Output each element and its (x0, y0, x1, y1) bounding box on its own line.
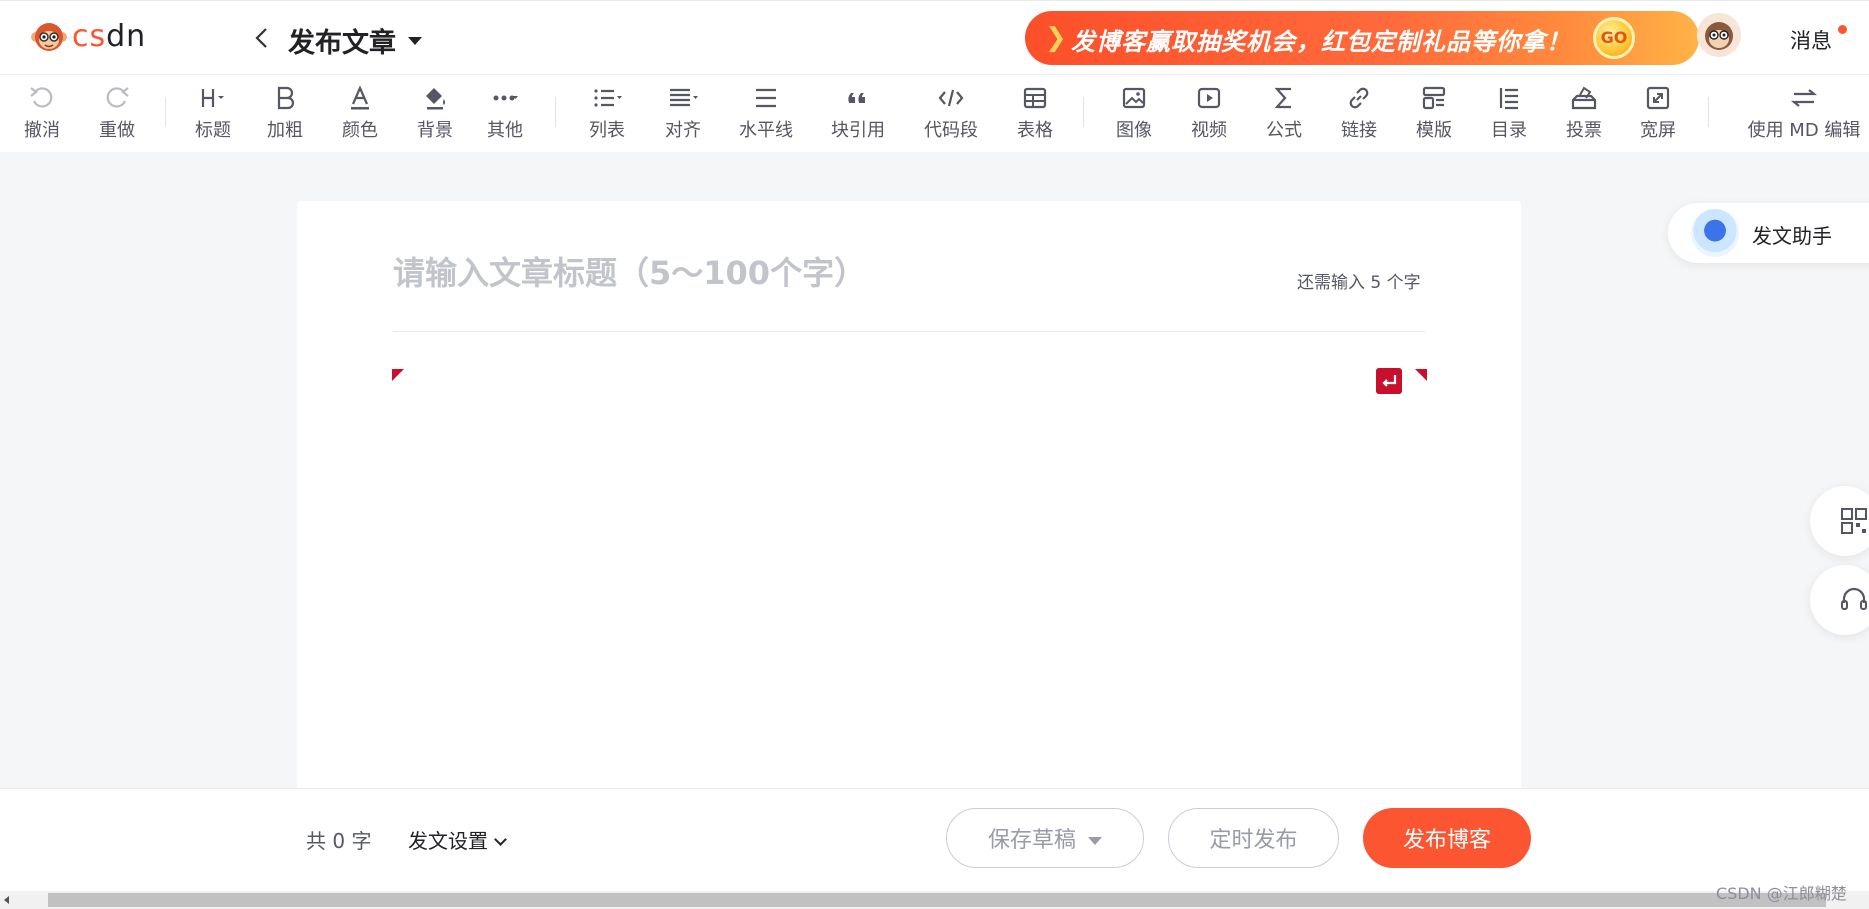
enter-return-icon (1376, 368, 1402, 394)
csdn-logo[interactable]: csdn (30, 19, 146, 54)
toc-button[interactable]: 目录 (1474, 83, 1544, 147)
link-button[interactable]: 链接 (1324, 83, 1394, 147)
code-block-button[interactable]: 代码段 (916, 83, 986, 147)
promo-banner[interactable]: ❯ 发博客赢取抽奖机会，红包定制礼品等你拿！ GO (1025, 11, 1699, 65)
messages-link[interactable]: 消息 (1790, 25, 1832, 55)
back-arrow-icon[interactable] (250, 23, 274, 53)
list-button[interactable]: 列表 (572, 83, 642, 147)
more-icon (493, 95, 518, 101)
toolbar-divider (1083, 97, 1084, 127)
save-draft-button[interactable]: 保存草稿 (946, 808, 1144, 868)
redo-icon (106, 87, 129, 108)
horizontal-line-icon (756, 88, 776, 108)
bold-icon (277, 86, 295, 110)
customer-service-button[interactable] (1810, 565, 1869, 635)
article-title-input[interactable] (393, 250, 1253, 296)
template-icon (1422, 86, 1446, 110)
image-button[interactable]: 图像 (1099, 83, 1169, 147)
toolbar-divider (555, 97, 556, 127)
banner-go-badge: GO (1593, 17, 1635, 59)
monkey-logo-icon (31, 22, 67, 51)
banner-swirl-icon: ❯ (1045, 23, 1067, 53)
qrcode-icon (1841, 508, 1867, 534)
editor-toolbar: 撤消 重做 标题 加粗 颜色 背景 其他 列表 对齐 水平线 块引用 代码段 表… (0, 74, 1869, 152)
watermark: CSDN @江郎糊楚 (1716, 884, 1847, 903)
table-icon (1023, 87, 1047, 109)
editor-corner-mark-left (392, 369, 404, 381)
publish-blog-button[interactable]: 发布博客 (1363, 808, 1531, 868)
timed-publish-button[interactable]: 定时发布 (1168, 808, 1339, 868)
bold-button[interactable]: 加粗 (250, 83, 320, 147)
undo-button[interactable]: 撤消 (7, 83, 77, 147)
md-editor-switch-button[interactable]: 使用 MD 编辑 (1740, 83, 1868, 147)
template-button[interactable]: 模版 (1399, 83, 1469, 147)
redo-button[interactable]: 重做 (82, 83, 152, 147)
video-button[interactable]: 视频 (1174, 83, 1244, 147)
toolbar-divider (165, 97, 166, 127)
formula-button[interactable]: 公式 (1249, 83, 1319, 147)
scrollbar-thumb[interactable] (48, 893, 1826, 907)
word-count: 共 0 字 (306, 829, 372, 853)
paint-bucket-icon (426, 88, 445, 110)
heading-button[interactable]: 标题 (178, 83, 248, 147)
color-button[interactable]: 颜色 (325, 83, 395, 147)
table-button[interactable]: 表格 (1000, 83, 1070, 147)
sigma-icon (1274, 87, 1291, 109)
chevron-down-icon (494, 833, 507, 846)
horizontal-line-button[interactable]: 水平线 (731, 83, 801, 147)
align-button[interactable]: 对齐 (648, 83, 718, 147)
logo-text: csdn (72, 19, 147, 54)
blockquote-button[interactable]: 块引用 (823, 83, 893, 147)
headset-icon (1841, 587, 1867, 610)
unread-dot (1838, 25, 1847, 34)
page-title: 发布文章 (288, 28, 396, 59)
undo-icon (30, 87, 53, 108)
user-avatar[interactable] (1697, 13, 1741, 57)
expand-icon (1646, 86, 1670, 110)
remaining-chars-hint: 还需输入 5 个字 (1297, 273, 1421, 293)
code-icon (938, 89, 964, 107)
top-header: csdn 发布文章 ❯ 发博客赢取抽奖机会，红包定制礼品等你拿！ GO 消息 (0, 0, 1869, 74)
avatar-monkey-icon (1697, 13, 1741, 57)
qrcode-button[interactable] (1810, 486, 1869, 556)
video-icon (1197, 87, 1221, 109)
image-icon (1122, 87, 1146, 109)
title-dropdown-caret-icon[interactable] (408, 37, 422, 45)
title-divider (393, 331, 1425, 332)
quote-icon (848, 93, 865, 103)
toc-icon (1499, 88, 1518, 110)
scroll-left-arrow-icon[interactable] (4, 896, 9, 904)
horizontal-scrollbar[interactable] (0, 891, 1869, 909)
heading-icon (201, 89, 224, 107)
editor-corner-mark-right (1415, 369, 1427, 381)
writing-assistant-button[interactable]: 发文助手 (1668, 203, 1869, 263)
vote-button[interactable]: 投票 (1549, 83, 1619, 147)
vote-icon (1571, 86, 1597, 110)
other-button[interactable]: 其他 (470, 83, 540, 147)
post-settings-label: 发文设置 (408, 829, 488, 853)
banner-text: 发博客赢取抽奖机会，红包定制礼品等你拿！ (1071, 28, 1571, 56)
background-button[interactable]: 背景 (400, 83, 470, 147)
link-icon (1349, 87, 1369, 109)
align-icon (670, 88, 698, 107)
assistant-robot-icon (1691, 209, 1739, 257)
save-draft-label: 保存草稿 (987, 828, 1076, 853)
bottom-action-bar: 共 0 字 发文设置 保存草稿 定时发布 发布博客 (0, 788, 1869, 891)
post-settings-dropdown[interactable]: 发文设置 (408, 825, 507, 854)
switch-arrows-icon (1790, 89, 1818, 107)
font-color-icon (351, 85, 369, 110)
widescreen-button[interactable]: 宽屏 (1623, 83, 1693, 147)
caret-down-icon (1088, 837, 1102, 845)
toolbar-divider (1708, 97, 1709, 127)
list-icon (594, 89, 622, 107)
